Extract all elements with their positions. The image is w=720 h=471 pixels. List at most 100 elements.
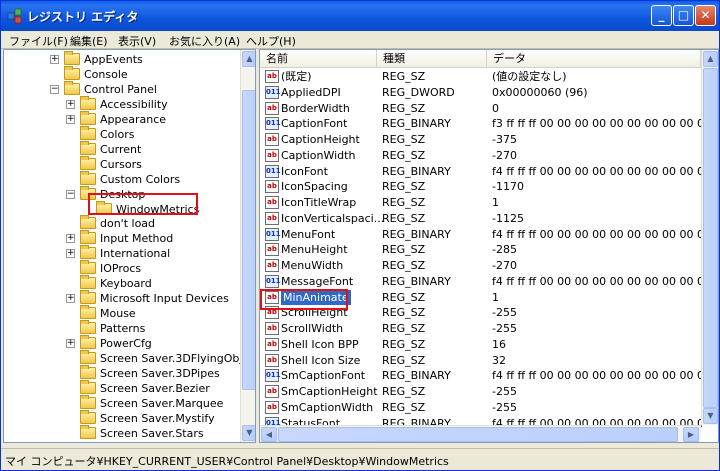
tree-node[interactable]: − Control Panel <box>4 80 240 97</box>
expand-icon[interactable]: + <box>66 114 75 124</box>
value-row[interactable]: 011 MenuFont REG_BINARY f4 ff ff ff 00 00 0… <box>260 227 702 243</box>
expand-icon[interactable]: + <box>66 339 75 349</box>
menu-help[interactable]: ヘルプ(H) <box>246 33 296 49</box>
tree-node[interactable]: Cursors <box>4 155 240 172</box>
tree-node[interactable]: + International <box>4 245 240 261</box>
value-row[interactable]: ab IconSpacing REG_SZ -1170 <box>260 179 701 195</box>
expand-icon[interactable]: + <box>50 55 59 64</box>
folder-icon <box>80 170 96 185</box>
value-row[interactable]: ab SmCaptionHeight REG_SZ -255 <box>260 384 701 400</box>
value-type: REG_SZ <box>382 243 426 257</box>
column-header-type[interactable]: 種類 <box>377 50 487 68</box>
collapse-icon[interactable]: − <box>66 189 75 199</box>
tree-node[interactable]: IOProcs <box>4 260 240 276</box>
value-data: f4 ff ff ff 00 00 00 00 00 00 00 00 00 0… <box>492 274 702 288</box>
scroll-down-icon[interactable]: ▼ <box>242 425 255 441</box>
expand-icon[interactable]: + <box>66 234 75 244</box>
folder-icon <box>80 394 96 409</box>
tree-node[interactable]: Current <box>4 140 240 157</box>
value-row[interactable]: ab CaptionWidth REG_SZ -270 <box>260 148 701 164</box>
value-type: REG_BINARY <box>382 227 451 241</box>
menu-favorites[interactable]: お気に入り(A) <box>169 33 240 49</box>
tree-node[interactable]: Screen Saver.3DFlyingObj <box>4 350 242 366</box>
folder-icon <box>80 409 96 424</box>
tree-node-label: don't load <box>100 217 156 231</box>
tree-node[interactable]: + AppEvents <box>4 51 240 67</box>
tree-node[interactable]: Keyboard <box>4 275 240 291</box>
tree-node[interactable]: Mouse <box>4 305 240 321</box>
value-name: AppliedDPI <box>281 85 341 99</box>
maximize-button[interactable]: □ <box>673 5 694 26</box>
column-header-data[interactable]: データ <box>487 50 701 68</box>
list-horizontal-scrollbar[interactable]: ◀ ▶ <box>260 425 701 442</box>
value-row[interactable]: ab ScrollWidth REG_SZ -255 <box>260 321 701 337</box>
tree-node[interactable]: don't load <box>4 215 240 231</box>
tree-node[interactable]: Screen Saver.Mystify <box>4 409 240 426</box>
scroll-thumb[interactable] <box>278 427 678 442</box>
close-button[interactable]: ✕ <box>695 5 716 26</box>
value-row[interactable]: ab IconTitleWrap REG_SZ 1 <box>260 195 701 211</box>
tree-node-label: Screen Saver.Mystify <box>100 411 215 425</box>
value-row[interactable]: ab MenuWidth REG_SZ -270 <box>260 258 701 274</box>
value-list-pane[interactable]: 名前 種類 データ ab (既定) REG_SZ (値の設定なし) 011 Applied… <box>259 49 719 443</box>
tree-node-label: IOProcs <box>100 262 142 276</box>
value-row[interactable]: ab IconVerticalspaci... REG_SZ -1125 <box>260 211 701 227</box>
value-data: (値の設定なし) <box>492 70 567 83</box>
tree-node[interactable]: + Accessibility <box>4 95 240 112</box>
value-row[interactable]: ab SmCaptionWidth REG_SZ -255 <box>260 400 701 416</box>
expand-icon[interactable]: + <box>66 294 75 304</box>
value-row[interactable]: 011 AppliedDPI REG_DWORD 0x00000060 (96) <box>260 85 701 101</box>
tree-node[interactable]: + Microsoft Input Devices <box>4 290 240 306</box>
value-row[interactable]: ab MenuHeight REG_SZ -285 <box>260 242 701 258</box>
column-header-name[interactable]: 名前 <box>260 50 377 68</box>
collapse-icon[interactable]: − <box>50 84 59 94</box>
tree-node[interactable]: + Input Method <box>4 230 240 246</box>
scroll-thumb[interactable] <box>242 90 255 390</box>
tree-node[interactable]: Screen Saver.Stars <box>4 424 240 441</box>
tree-node[interactable]: Colors <box>4 125 240 142</box>
value-row[interactable]: ab Shell Icon Size REG_SZ 32 <box>260 353 701 369</box>
value-row[interactable]: ab Shell Icon BPP REG_SZ 16 <box>260 337 701 353</box>
folder-icon <box>80 379 96 394</box>
tree-node[interactable]: Custom Colors <box>4 170 240 187</box>
tree-node[interactable]: Console <box>4 65 240 82</box>
menu-view[interactable]: 表示(V) <box>118 33 156 49</box>
scroll-up-icon[interactable]: ▲ <box>703 51 718 67</box>
tree-node[interactable]: Screen Saver.Marquee <box>4 394 240 411</box>
scroll-right-icon[interactable]: ▶ <box>683 427 699 442</box>
tree-node[interactable]: Patterns <box>4 320 240 336</box>
list-vertical-scrollbar[interactable]: ▲ ▼ <box>701 50 718 425</box>
value-type: REG_BINARY <box>382 369 451 383</box>
title-bar[interactable]: レジストリ エディタ _ □ ✕ <box>1 1 719 31</box>
tree-node[interactable]: Screen Saver.3DPipes <box>4 364 240 381</box>
value-name: CaptionFont <box>281 117 348 131</box>
value-type: REG_SZ <box>382 148 426 162</box>
value-row[interactable]: 011 MessageFont REG_BINARY f4 ff ff ff 00 0… <box>260 274 702 290</box>
value-row[interactable]: ab (既定) REG_SZ (値の設定なし) <box>260 69 701 85</box>
string-value-icon: ab <box>265 322 279 335</box>
value-row[interactable]: 011 CaptionFont REG_BINARY f3 ff ff ff 00 0… <box>260 116 702 132</box>
binary-value-icon: 011 <box>265 227 281 241</box>
tree-node[interactable]: + Appearance <box>4 110 240 127</box>
value-row[interactable]: ab BorderWidth REG_SZ 0 <box>260 101 701 117</box>
key-tree-pane[interactable]: + AppEvents Console − Control Panel + Accessib… <box>3 49 256 443</box>
scroll-thumb[interactable] <box>703 68 718 408</box>
value-type: REG_SZ <box>382 133 426 146</box>
scroll-up-icon[interactable]: ▲ <box>242 51 255 67</box>
expand-icon[interactable]: + <box>66 99 75 109</box>
menu-file[interactable]: ファイル(F) <box>9 33 68 49</box>
scroll-down-icon[interactable]: ▼ <box>703 408 718 424</box>
expand-icon[interactable]: + <box>66 249 75 259</box>
value-row[interactable]: 011 IconFont REG_BINARY f4 ff ff ff 00 00 0… <box>260 164 702 180</box>
tree-node[interactable]: Screen Saver.Bezier <box>4 379 240 396</box>
value-row[interactable]: ab CaptionHeight REG_SZ -375 <box>260 132 701 148</box>
tree-vertical-scrollbar[interactable]: ▲ ▼ <box>240 50 255 442</box>
folder-icon <box>80 155 96 170</box>
scroll-left-icon[interactable]: ◀ <box>261 427 277 442</box>
tree-node[interactable]: + PowerCfg <box>4 335 240 351</box>
minimize-button[interactable]: _ <box>651 5 672 26</box>
folder-icon <box>64 80 80 95</box>
menu-edit[interactable]: 編集(E) <box>70 33 108 49</box>
tree-node-label: Patterns <box>100 322 146 336</box>
value-row[interactable]: 011 SmCaptionFont REG_BINARY f4 ff ff ff 00… <box>260 368 702 384</box>
